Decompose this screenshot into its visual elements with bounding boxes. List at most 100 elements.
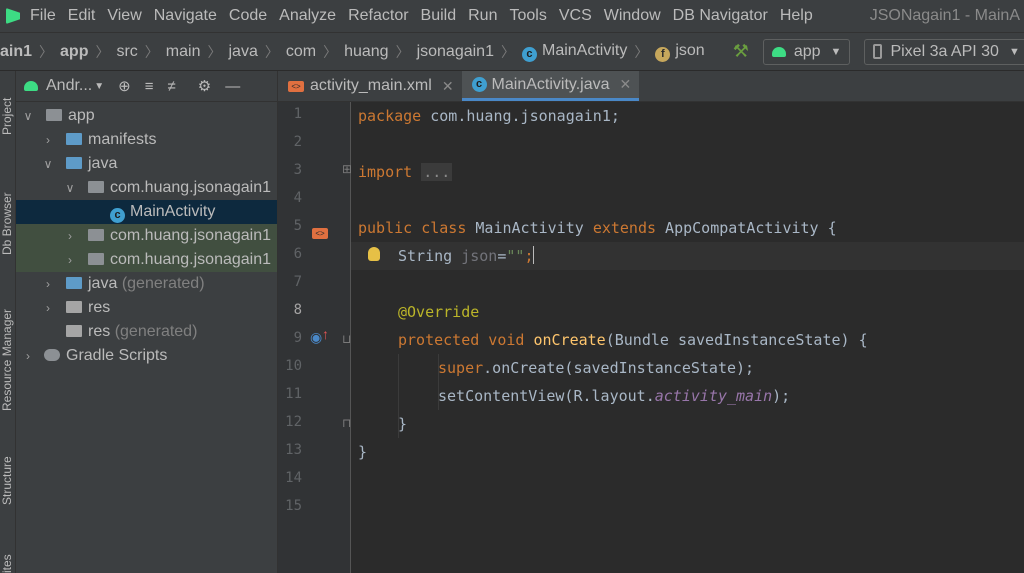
tab-project[interactable]: Project	[0, 79, 15, 135]
chevron-right-icon: 〉	[95, 43, 110, 60]
navigation-bar: ain1 〉 app 〉 src 〉 main 〉 java 〉 com 〉 h…	[0, 32, 1024, 71]
view-selector[interactable]: Andr...	[46, 77, 92, 95]
tree-item-res-generated[interactable]: res (generated)	[16, 320, 277, 344]
line-number-current: 8	[293, 302, 302, 318]
menu-tools[interactable]: Tools	[509, 7, 546, 25]
menu-view[interactable]: View	[107, 7, 141, 25]
menu-navigate[interactable]: Navigate	[154, 7, 217, 25]
tree-item-res[interactable]: › res	[16, 296, 277, 320]
tree-label: res	[88, 299, 111, 316]
breadcrumb-app[interactable]: app	[60, 43, 88, 61]
menu-code[interactable]: Code	[229, 7, 267, 25]
chevron-right-icon: ›	[68, 229, 72, 243]
package-icon	[88, 253, 104, 265]
chevron-down-icon: ∨	[65, 181, 75, 195]
chevron-right-icon: 〉	[323, 43, 338, 60]
breadcrumb-jsonagain1[interactable]: jsonagain1	[417, 43, 494, 61]
tree-label: java	[88, 155, 118, 172]
tree-item-package[interactable]: ∨ com.huang.jsonagain1	[16, 176, 277, 200]
breadcrumb-java[interactable]: java	[228, 43, 257, 61]
fold-icon[interactable]: ⊓	[342, 416, 351, 430]
indent-guide	[398, 354, 399, 438]
device-dropdown[interactable]: Pixel 3a API 30 ▼	[864, 38, 1024, 65]
tree-item-app[interactable]: ∨ app	[16, 104, 277, 128]
close-icon[interactable]: ✕	[442, 78, 454, 95]
class-icon: c	[471, 77, 487, 92]
build-hammer-icon[interactable]: ⚒	[733, 41, 749, 62]
breadcrumb-class-label: MainActivity	[541, 41, 628, 59]
breadcrumb-field[interactable]: f json	[655, 42, 705, 62]
breadcrumb-src[interactable]: src	[116, 43, 137, 61]
expand-all-icon[interactable]: ≡	[145, 78, 154, 95]
tree-item-package-androidtest[interactable]: › com.huang.jsonagain1	[16, 224, 277, 248]
line-number: 7	[293, 274, 302, 290]
package-icon	[88, 181, 104, 193]
tree-label: app	[68, 107, 95, 124]
locate-target-icon[interactable]: ⊕	[118, 77, 131, 95]
menu-edit[interactable]: Edit	[68, 7, 96, 25]
run-config-dropdown[interactable]: app ▼	[762, 38, 851, 65]
tree-item-gradle-scripts[interactable]: › Gradle Scripts	[16, 344, 277, 368]
tab-structure[interactable]: Structure	[0, 443, 15, 505]
menu-db-navigator[interactable]: DB Navigator	[673, 7, 768, 25]
class-icon: c	[110, 208, 125, 223]
menu-bar: File Edit View Navigate Code Analyze Ref…	[0, 0, 1024, 32]
lightbulb-icon[interactable]	[368, 247, 380, 261]
tab-favorites[interactable]: ites	[0, 541, 15, 573]
chevron-right-icon: 〉	[207, 43, 222, 60]
overrides-method-icon[interactable]: ◉	[310, 329, 322, 346]
chevron-right-icon: ›	[46, 277, 50, 291]
tab-resource-manager[interactable]: Resource Manager	[0, 281, 15, 411]
line-number: 11	[285, 386, 302, 402]
menu-window[interactable]: Window	[604, 7, 661, 25]
related-xml-icon[interactable]: <>	[312, 228, 328, 239]
folder-icon	[66, 133, 82, 145]
chevron-right-icon: ›	[46, 133, 50, 147]
menu-vcs[interactable]: VCS	[559, 7, 592, 25]
close-icon[interactable]: ✕	[620, 76, 632, 93]
tree-item-mainactivity[interactable]: c MainActivity	[16, 200, 277, 224]
line-number: 12	[285, 414, 302, 430]
line-number: 2	[293, 134, 302, 150]
tab-mainactivity-java[interactable]: c MainActivity.java ✕	[461, 71, 640, 101]
line-number: 10	[285, 358, 302, 374]
menu-file[interactable]: File	[30, 7, 56, 25]
breadcrumb-com[interactable]: com	[286, 43, 316, 61]
chevron-right-icon: ›	[46, 301, 50, 315]
minimize-icon[interactable]: —	[225, 78, 240, 95]
collapse-all-icon[interactable]: ≠	[168, 78, 176, 95]
code-editor[interactable]: package com.huang.jsonagain1; import ...…	[351, 102, 1024, 573]
resource-folder-icon	[66, 325, 82, 337]
text-cursor	[533, 246, 535, 264]
menu-help[interactable]: Help	[780, 7, 813, 25]
window-title: JSONagain1 - MainA	[869, 7, 1020, 24]
fold-icon[interactable]: ⊔	[342, 332, 351, 346]
menu-build[interactable]: Build	[421, 7, 457, 25]
menu-refactor[interactable]: Refactor	[348, 7, 408, 25]
code-line-15: }	[358, 443, 368, 461]
menu-run[interactable]: Run	[468, 7, 497, 25]
breadcrumb-main[interactable]: main	[166, 43, 201, 61]
tab-activity-main-xml[interactable]: <> activity_main.xml ✕	[278, 71, 462, 101]
indent-guide	[438, 354, 439, 410]
chevron-right-icon: ›	[26, 349, 30, 363]
folded-imports[interactable]: ...	[421, 163, 453, 181]
code-line-8: String json="";	[398, 246, 535, 265]
project-toolbar: Andr... ▼ ⊕ ≡ ≠ ⚙ —	[16, 71, 277, 102]
tree-item-java-generated[interactable]: › java (generated)	[16, 272, 277, 296]
tree-item-java[interactable]: ∨ java	[16, 152, 277, 176]
breadcrumb-project[interactable]: ain1	[0, 43, 32, 61]
line-number: 6	[293, 246, 302, 262]
gear-icon[interactable]: ⚙	[198, 77, 211, 95]
arrow-up-icon: ↑	[322, 326, 329, 342]
tree-item-package-test[interactable]: › com.huang.jsonagain1	[16, 248, 277, 272]
line-number: 14	[285, 470, 302, 486]
tree-suffix: (generated)	[121, 275, 205, 292]
breadcrumb-huang[interactable]: huang	[344, 43, 389, 61]
chevron-right-icon: 〉	[634, 43, 649, 60]
menu-analyze[interactable]: Analyze	[279, 7, 336, 25]
chevron-right-icon: 〉	[144, 43, 159, 60]
breadcrumb-class[interactable]: c MainActivity	[521, 41, 628, 62]
tree-item-manifests[interactable]: › manifests	[16, 128, 277, 152]
tab-db-browser[interactable]: Db Browser	[0, 163, 15, 255]
